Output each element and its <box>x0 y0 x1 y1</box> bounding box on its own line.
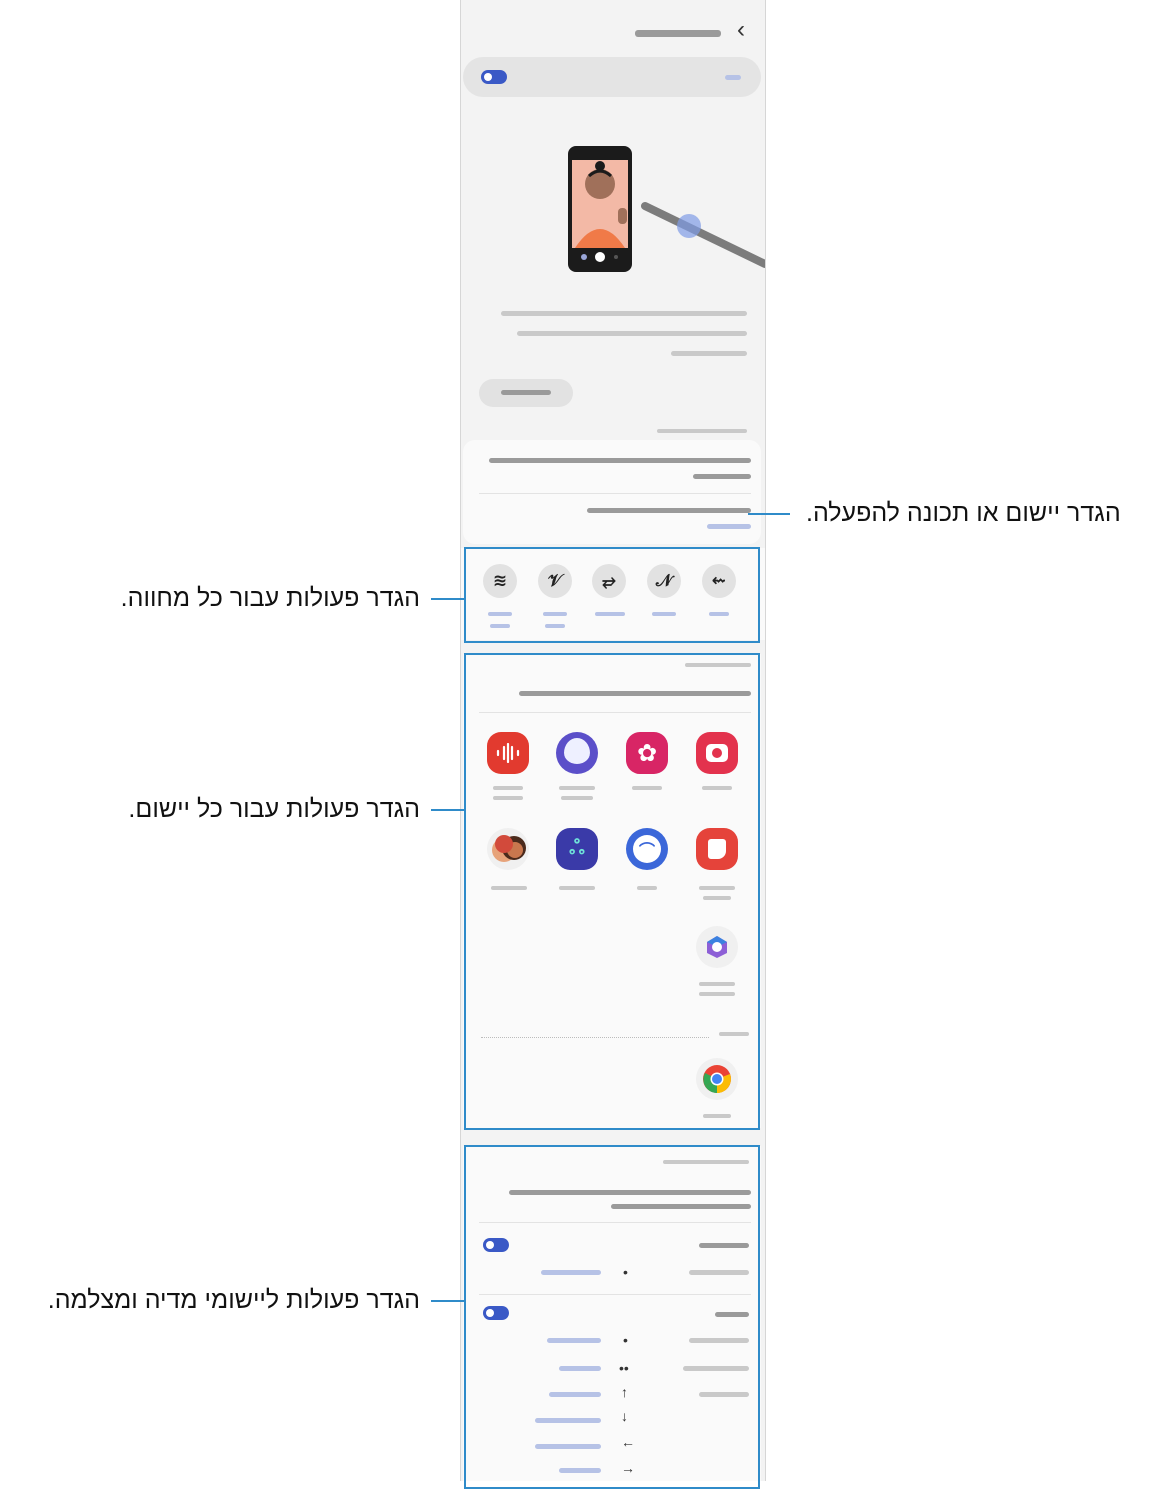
page-title <box>635 30 721 37</box>
chevron-right-icon: ‹ <box>737 16 745 43</box>
air-actions-illustration <box>461 120 765 290</box>
callout-line-apps <box>431 809 464 811</box>
callout-line-feature <box>748 513 790 515</box>
callout-media-camera: הגדר פעולות ליישומי מדיה ומצלמה. <box>47 1286 420 1314</box>
master-toggle[interactable] <box>481 70 507 84</box>
callout-per-app: הגדר פעולות עבור כל יישום. <box>128 795 420 823</box>
media-actions-highlight <box>464 1145 760 1489</box>
gestures-highlight <box>464 547 760 643</box>
back-button[interactable]: ‹ <box>731 18 751 42</box>
learn-more-button[interactable] <box>479 379 573 407</box>
anywhere-actions-card <box>463 440 761 544</box>
master-switch-bar[interactable] <box>463 57 761 97</box>
section-header-anywhere <box>657 429 747 433</box>
callout-app-or-feature: הגדר יישום או תכונה להפעלה. <box>806 499 1121 527</box>
callout-line-media <box>431 1300 464 1302</box>
callout-gestures: הגדר פעולות עבור כל מחווה. <box>120 584 420 612</box>
description-line-2 <box>517 331 747 336</box>
master-switch-label <box>725 75 741 80</box>
description-line-1 <box>501 311 747 316</box>
description-line-3 <box>671 351 747 356</box>
app-actions-highlight <box>464 653 760 1130</box>
pointer-button-action[interactable] <box>463 498 761 538</box>
callout-line-gestures <box>431 598 464 600</box>
